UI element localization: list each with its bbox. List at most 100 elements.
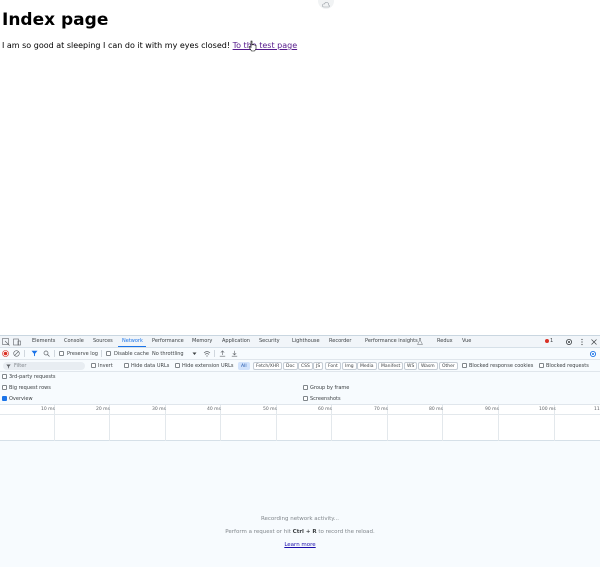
invert-label: Invert	[98, 363, 113, 369]
toolbar-divider	[101, 350, 102, 357]
chip-img[interactable]: Img	[342, 362, 357, 370]
big-request-rows-checkbox[interactable]	[2, 385, 7, 390]
chip-media[interactable]: Media	[357, 362, 377, 370]
timeline-tick-label: 80 ms	[429, 407, 443, 412]
group-by-frame-checkbox[interactable]	[303, 385, 308, 390]
chip-doc[interactable]: Doc	[283, 362, 298, 370]
screenshots-checkbox[interactable]	[303, 396, 308, 401]
network-settings-gear-icon[interactable]	[589, 350, 597, 358]
disable-cache-checkbox[interactable]	[106, 351, 111, 356]
error-count: 1	[550, 338, 554, 344]
chip-fetch-xhr[interactable]: Fetch/XHR	[253, 362, 283, 370]
hide-extension-urls-checkbox[interactable]	[175, 363, 180, 368]
device-toggle-icon[interactable]	[13, 338, 21, 346]
tab-performance[interactable]: Performance	[152, 338, 184, 345]
preserve-log-label: Preserve log	[67, 351, 98, 357]
cloud-icon	[322, 2, 330, 8]
third-party-label: 3rd-party requests	[9, 374, 56, 380]
toolbar-divider	[214, 350, 215, 357]
blocked-requests-label: Blocked requests	[546, 363, 589, 369]
chip-all[interactable]: All	[238, 362, 250, 370]
tab-security[interactable]: Security	[259, 338, 280, 345]
chip-other[interactable]: Other	[439, 362, 458, 370]
toolbar-divider	[54, 350, 55, 357]
clear-icon[interactable]	[13, 350, 20, 357]
blocked-response-cookies-checkbox[interactable]	[462, 363, 467, 368]
more-options-icon[interactable]	[578, 338, 586, 346]
screenshots-label: Screenshots	[310, 396, 341, 402]
reload-hint-pre: Perform a request or hit	[225, 529, 291, 535]
timeline-tick-label: 30 ms	[152, 407, 166, 412]
tab-redux[interactable]: Redux	[437, 338, 453, 345]
devtools-panel: Elements Console Sources Network Perform…	[0, 335, 600, 567]
chip-css[interactable]: CSS	[298, 362, 313, 370]
network-conditions-icon[interactable]	[203, 350, 211, 357]
page-viewport: Index page I am so good at sleeping I ca…	[0, 0, 600, 335]
reload-hint-post: to record the reload.	[318, 529, 375, 535]
page-heading: Index page	[2, 10, 109, 30]
timeline-divider	[0, 414, 600, 415]
search-icon[interactable]	[43, 350, 50, 357]
hide-data-urls-checkbox[interactable]	[124, 363, 129, 368]
tab-application[interactable]: Application	[222, 338, 250, 345]
tab-performance-insights[interactable]: Performance insights	[365, 338, 418, 345]
active-tab-indicator	[118, 346, 146, 347]
import-har-icon[interactable]	[219, 350, 226, 357]
learn-more-link[interactable]: Learn more	[0, 542, 600, 548]
timeline-tick-label: 10 ms	[41, 407, 55, 412]
hand-cursor-icon	[248, 40, 257, 52]
tab-recorder[interactable]: Recorder	[329, 338, 351, 345]
tab-network[interactable]: Network	[122, 338, 143, 345]
test-page-link[interactable]: To the test page	[233, 41, 298, 50]
page-text: I am so good at sleeping I can do it wit…	[2, 41, 231, 50]
timeline-tick-label: 70 ms	[374, 407, 388, 412]
chip-js[interactable]: JS	[313, 362, 324, 370]
tab-lighthouse[interactable]: Lighthouse	[292, 338, 320, 345]
timeline-tick-label: 90 ms	[485, 407, 499, 412]
timeline-tick-label: 11	[594, 407, 600, 412]
filter-input[interactable]: Filter	[3, 362, 85, 370]
third-party-checkbox[interactable]	[2, 374, 7, 379]
tab-memory[interactable]: Memory	[192, 338, 212, 345]
overview-label: Overview	[9, 396, 33, 402]
blocked-response-cookies-label: Blocked response cookies	[469, 363, 534, 369]
tab-elements[interactable]: Elements	[32, 338, 55, 345]
cloud-widget[interactable]	[318, 0, 334, 9]
tab-sources[interactable]: Sources	[93, 338, 113, 345]
overview-checkbox[interactable]	[2, 396, 7, 401]
invert-checkbox[interactable]	[91, 363, 96, 368]
record-icon[interactable]	[2, 350, 9, 357]
chip-ws[interactable]: WS	[404, 362, 418, 370]
filter-funnel-icon	[6, 364, 11, 368]
hide-data-urls-label: Hide data URLs	[131, 363, 170, 369]
timeline-tick-label: 50 ms	[263, 407, 277, 412]
reload-shortcut: Ctrl + R	[292, 529, 317, 535]
overview-timeline[interactable]: 10 ms 20 ms 30 ms 40 ms 50 ms 60 ms 70 m…	[0, 405, 600, 441]
inspect-element-icon[interactable]	[2, 338, 10, 346]
filter-funnel-icon[interactable]	[31, 350, 38, 357]
export-har-icon[interactable]	[231, 350, 238, 357]
throttling-select[interactable]: No throttling	[152, 351, 184, 357]
timeline-tick-label: 60 ms	[318, 407, 332, 412]
hide-extension-urls-label: Hide extension URLs	[182, 363, 234, 369]
tab-vue[interactable]: Vue	[462, 338, 471, 345]
settings-gear-icon[interactable]	[565, 338, 573, 346]
big-request-rows-label: Big request rows	[9, 385, 51, 391]
timeline-tick-label: 100 ms	[539, 407, 556, 412]
chip-manifest[interactable]: Manifest	[378, 362, 404, 370]
preserve-log-checkbox[interactable]	[59, 351, 64, 356]
chevron-down-icon	[192, 352, 197, 355]
devtools-tabbar: Elements Console Sources Network Perform…	[0, 336, 600, 348]
error-count-badge[interactable]: 1	[545, 338, 553, 344]
flask-icon	[417, 338, 423, 345]
error-icon	[545, 338, 549, 343]
chip-wasm[interactable]: Wasm	[418, 362, 438, 370]
tab-console[interactable]: Console	[64, 338, 84, 345]
group-by-frame-label: Group by frame	[310, 385, 350, 391]
network-toolbar: Preserve log Disable cache No throttling	[0, 348, 600, 360]
blocked-requests-checkbox[interactable]	[539, 363, 544, 368]
close-devtools-icon[interactable]	[590, 338, 598, 346]
chip-font[interactable]: Font	[325, 362, 341, 370]
network-options: 3rd-party requests Big request rows Over…	[0, 372, 600, 405]
reload-hint: Perform a request or hit Ctrl + R to rec…	[0, 529, 600, 535]
